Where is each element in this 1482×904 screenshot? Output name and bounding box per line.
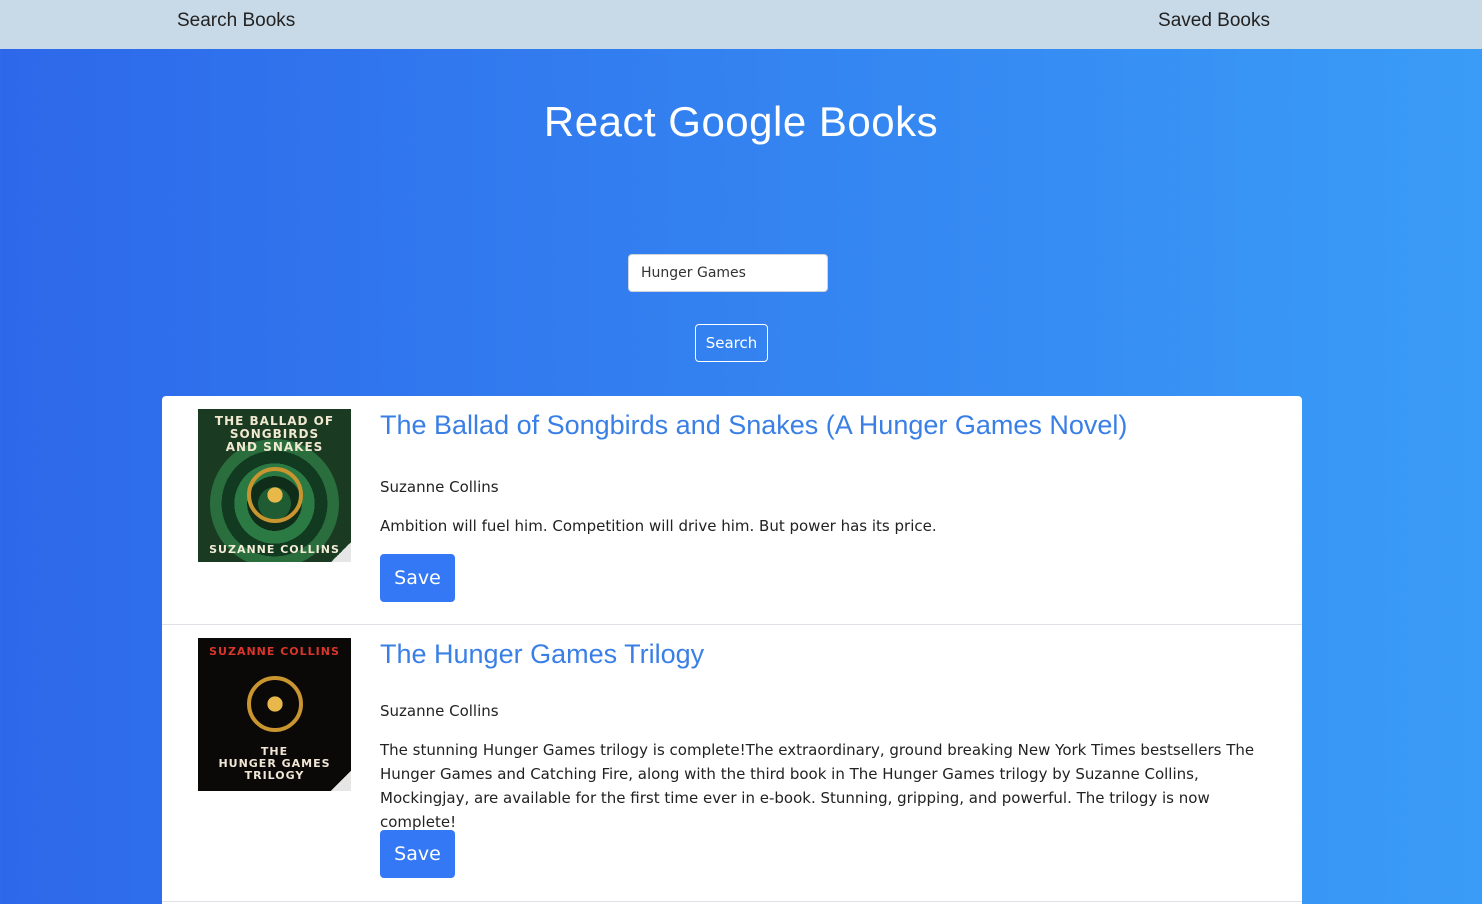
mockingjay-pin-icon — [246, 676, 303, 732]
book-author: Suzanne Collins — [380, 702, 499, 720]
nav-search-books-link[interactable]: Search Books — [177, 10, 295, 32]
page-title: React Google Books — [543, 98, 939, 145]
book-item: THE BALLAD OF SONGBIRDS AND SNAKES SUZAN… — [162, 396, 1302, 625]
book-title-link[interactable]: The Hunger Games Trilogy — [380, 639, 704, 670]
page-curl-icon — [331, 542, 351, 562]
mockingjay-pin-icon — [246, 467, 303, 523]
search-button[interactable]: Search — [695, 324, 768, 362]
book-cover-image: SUZANNE COLLINS THE HUNGER GAMES TRILOGY — [198, 638, 351, 791]
navbar: Search Books Saved Books — [0, 0, 1482, 49]
page-curl-icon — [331, 771, 351, 791]
save-button[interactable]: Save — [380, 830, 455, 878]
book-cover-image: THE BALLAD OF SONGBIRDS AND SNAKES SUZAN… — [198, 409, 351, 562]
results-list: THE BALLAD OF SONGBIRDS AND SNAKES SUZAN… — [162, 396, 1302, 904]
book-title-link[interactable]: The Ballad of Songbirds and Snakes (A Hu… — [380, 410, 1127, 441]
cover-author-text: SUZANNE COLLINS — [209, 543, 340, 556]
book-description: The stunning Hunger Games trilogy is com… — [380, 741, 1255, 831]
cover-title-text: THE BALLAD OF SONGBIRDS AND SNAKES — [214, 414, 335, 454]
book-description: Ambition will fuel him. Competition will… — [380, 517, 937, 535]
cover-title-text: THE HUNGER GAMES TRILOGY — [218, 745, 331, 782]
book-item: SUZANNE COLLINS THE HUNGER GAMES TRILOGY… — [162, 625, 1302, 902]
search-input[interactable] — [628, 254, 828, 292]
cover-author-text: SUZANNE COLLINS — [209, 645, 340, 658]
book-author: Suzanne Collins — [380, 478, 499, 496]
save-button[interactable]: Save — [380, 554, 455, 602]
nav-saved-books-link[interactable]: Saved Books — [1158, 10, 1270, 32]
